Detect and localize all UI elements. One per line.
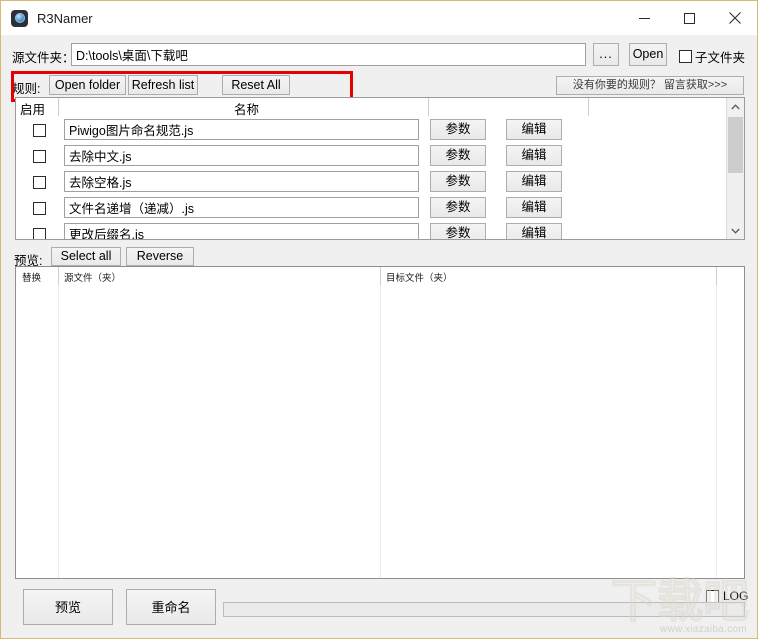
minimize-button[interactable]: [622, 1, 667, 35]
rule-name-input[interactable]: 去除空格.js: [64, 171, 419, 192]
rule-param-button[interactable]: 参数: [430, 145, 486, 166]
maximize-button[interactable]: [667, 1, 712, 35]
rule-name-input[interactable]: Piwigo图片命名规范.js: [64, 119, 419, 140]
title-bar: R3Namer: [1, 1, 757, 35]
scroll-down-icon[interactable]: [727, 222, 744, 239]
rules-header-enable: 启用: [20, 103, 46, 117]
preview-header-target: 目标文件（夹）: [386, 273, 453, 284]
preview-toolbar: 预览: Select all Reverse: [1, 247, 757, 268]
close-button[interactable]: [712, 1, 757, 35]
rules-header-divider: [428, 98, 429, 116]
preview-column-divider: [716, 285, 717, 578]
rename-button[interactable]: 重命名: [126, 589, 216, 625]
select-all-button[interactable]: Select all: [51, 247, 121, 266]
rule-enable-checkbox[interactable]: [33, 124, 46, 137]
preview-column-divider: [380, 285, 381, 578]
reverse-button[interactable]: Reverse: [126, 247, 194, 266]
table-row: 更改后缀名.js 参数 编辑: [16, 222, 728, 239]
watermark-url: www.xiazaiba.com: [659, 624, 747, 635]
open-button[interactable]: Open: [629, 43, 667, 66]
source-folder-label: 源文件夹：: [12, 51, 75, 65]
window-controls: [622, 1, 757, 35]
rule-name-input[interactable]: 文件名递增（递减）.js: [64, 197, 419, 218]
rule-edit-button[interactable]: 编辑: [506, 223, 562, 239]
log-label: LOG: [723, 589, 749, 603]
source-folder-row: 源文件夹： D:\tools\桌面\下载吧 ... Open 子文件夹: [1, 43, 757, 67]
rule-param-button[interactable]: 参数: [430, 119, 486, 140]
preview-column-divider: [58, 285, 59, 578]
table-row: 去除空格.js 参数 编辑: [16, 170, 728, 196]
rule-param-button[interactable]: 参数: [430, 197, 486, 218]
preview-header-divider: [380, 267, 381, 285]
rules-header-divider: [58, 98, 59, 116]
subfolder-checkbox[interactable]: [679, 50, 692, 63]
source-folder-input[interactable]: D:\tools\桌面\下载吧: [71, 43, 586, 66]
rule-enable-checkbox[interactable]: [33, 228, 46, 239]
window-title: R3Namer: [37, 10, 93, 26]
scrollbar-thumb[interactable]: [728, 117, 743, 173]
open-folder-button[interactable]: Open folder: [49, 75, 126, 95]
table-row: 去除中文.js 参数 编辑: [16, 144, 728, 170]
rule-name-input[interactable]: 去除中文.js: [64, 145, 419, 166]
refresh-list-button[interactable]: Refresh list: [128, 75, 198, 95]
rules-list-scrollbar[interactable]: [726, 98, 744, 239]
rule-param-button[interactable]: 参数: [430, 171, 486, 192]
rules-toolbar: 规则: Open folder Refresh list Reset All 没…: [1, 75, 757, 97]
rule-param-button[interactable]: 参数: [430, 223, 486, 239]
preview-header-divider: [58, 267, 59, 285]
rules-header-name: 名称: [234, 103, 260, 117]
preview-header-source: 源文件（夹）: [64, 273, 122, 284]
rule-enable-checkbox[interactable]: [33, 150, 46, 163]
rules-list-header: 启用 名称: [16, 98, 728, 117]
preview-list-header: 替换 源文件（夹） 目标文件（夹）: [16, 267, 744, 285]
rules-label: 规则:: [12, 82, 41, 96]
progress-bar: [223, 602, 745, 617]
rule-edit-button[interactable]: 编辑: [506, 197, 562, 218]
preview-list-panel[interactable]: 替换 源文件（夹） 目标文件（夹）: [15, 266, 745, 579]
rule-edit-button[interactable]: 编辑: [506, 145, 562, 166]
preview-button[interactable]: 预览: [23, 589, 113, 625]
log-checkbox-group[interactable]: LOG: [706, 589, 748, 603]
rule-name-input[interactable]: 更改后缀名.js: [64, 223, 419, 239]
rule-enable-checkbox[interactable]: [33, 176, 46, 189]
subfolder-checkbox-group[interactable]: 子文件夹: [679, 47, 745, 66]
browse-button[interactable]: ...: [593, 43, 619, 66]
rule-edit-button[interactable]: 编辑: [506, 119, 562, 140]
app-disc-icon: [11, 9, 28, 27]
preview-header-divider: [716, 267, 717, 285]
get-more-rules-button[interactable]: 没有你要的规则？ 留言获取>>>: [556, 76, 744, 95]
rule-edit-button[interactable]: 编辑: [506, 171, 562, 192]
reset-all-button[interactable]: Reset All: [222, 75, 290, 95]
scroll-up-icon[interactable]: [727, 98, 744, 115]
app-window: R3Namer 源文件夹： D:\tools\桌面\下载吧 ... Open 子…: [0, 0, 758, 639]
subfolder-label: 子文件夹: [695, 51, 746, 65]
rules-list-panel: 启用 名称 Piwigo图片命名规范.js 参数 编辑 去除中文.js 参数 编…: [15, 97, 745, 240]
table-row: 文件名递增（递减）.js 参数 编辑: [16, 196, 728, 222]
log-checkbox[interactable]: [706, 589, 719, 603]
preview-header-replace: 替换: [22, 273, 42, 284]
rules-header-divider: [588, 98, 589, 116]
rule-enable-checkbox[interactable]: [33, 202, 46, 215]
table-row: Piwigo图片命名规范.js 参数 编辑: [16, 118, 728, 144]
